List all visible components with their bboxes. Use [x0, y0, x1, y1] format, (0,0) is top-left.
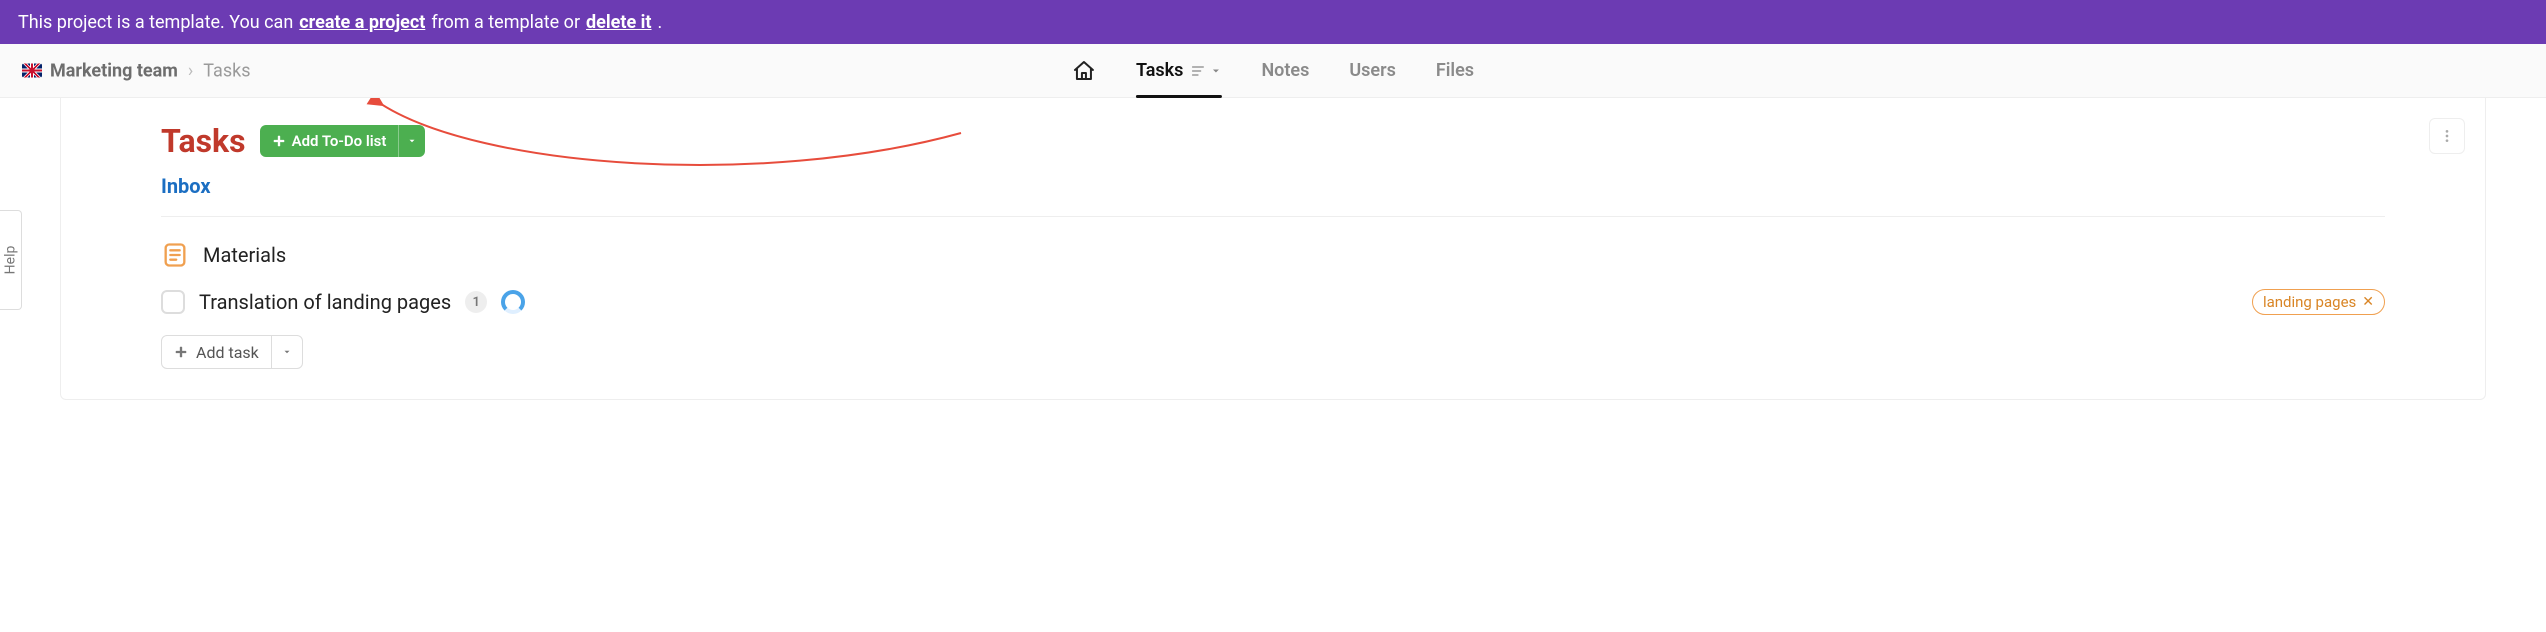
breadcrumb-project-label: Marketing team — [50, 60, 178, 81]
task-checkbox[interactable] — [161, 290, 185, 314]
template-banner: This project is a template. You can crea… — [0, 0, 2546, 44]
task-tag[interactable]: landing pages ✕ — [2252, 289, 2385, 315]
divider — [161, 216, 2385, 217]
banner-text-suffix: . — [658, 12, 663, 33]
tab-notes[interactable]: Notes — [1261, 44, 1309, 97]
document-icon — [161, 241, 189, 269]
task-count-badge: 1 — [465, 291, 487, 313]
plus-icon — [174, 345, 188, 359]
caret-down-icon — [407, 136, 417, 146]
breadcrumb-project[interactable]: Marketing team — [22, 60, 178, 81]
page-title: Tasks — [161, 122, 246, 160]
tag-remove-icon[interactable]: ✕ — [2362, 295, 2374, 309]
tab-bar: Tasks Notes Users Files — [1072, 44, 1474, 97]
tab-users[interactable]: Users — [1349, 44, 1396, 97]
add-todo-list-button[interactable]: Add To-Do list — [260, 125, 426, 157]
inbox-heading[interactable]: Inbox — [161, 174, 2385, 198]
uk-flag-icon — [22, 64, 42, 78]
task-list: Materials Translation of landing pages 1… — [161, 231, 2385, 369]
task-tag-label: landing pages — [2263, 293, 2356, 311]
delete-template-link[interactable]: delete it — [586, 12, 651, 33]
help-side-tab[interactable]: Help — [0, 210, 22, 310]
home-icon[interactable] — [1072, 59, 1096, 83]
tab-tasks-label: Tasks — [1136, 60, 1184, 81]
list-icon — [1189, 63, 1205, 79]
breadcrumb: Marketing team › Tasks — [22, 60, 251, 81]
task-label: Translation of landing pages — [199, 290, 451, 314]
breadcrumb-current: Tasks — [203, 60, 250, 81]
main-card: Tasks Add To-Do list Inbox — [60, 98, 2486, 400]
breadcrumb-separator: › — [188, 60, 193, 81]
kebab-icon — [2439, 128, 2455, 144]
tab-files[interactable]: Files — [1436, 44, 1474, 97]
help-label: Help — [3, 246, 19, 275]
list-item-materials[interactable]: Materials — [161, 231, 2385, 279]
caret-down-icon — [282, 347, 292, 357]
plus-icon — [272, 134, 286, 148]
materials-label: Materials — [203, 243, 286, 267]
chevron-down-icon — [1209, 65, 1221, 77]
add-todo-list-dropdown[interactable] — [399, 125, 425, 157]
create-project-link[interactable]: create a project — [299, 12, 425, 33]
add-task-dropdown[interactable] — [272, 336, 302, 368]
add-todo-list-label: Add To-Do list — [292, 132, 387, 150]
card-menu-button[interactable] — [2429, 118, 2465, 154]
banner-text-middle: from a template or — [431, 12, 580, 33]
progress-spinner-icon — [501, 290, 525, 314]
header-bar: Marketing team › Tasks Tasks Notes — [0, 44, 2546, 98]
add-task-button[interactable]: Add task — [161, 335, 303, 369]
add-task-label: Add task — [196, 343, 259, 362]
banner-text-prefix: This project is a template. You can — [18, 12, 293, 33]
task-row[interactable]: Translation of landing pages 1 landing p… — [161, 279, 2385, 325]
tab-tasks[interactable]: Tasks — [1136, 44, 1222, 97]
